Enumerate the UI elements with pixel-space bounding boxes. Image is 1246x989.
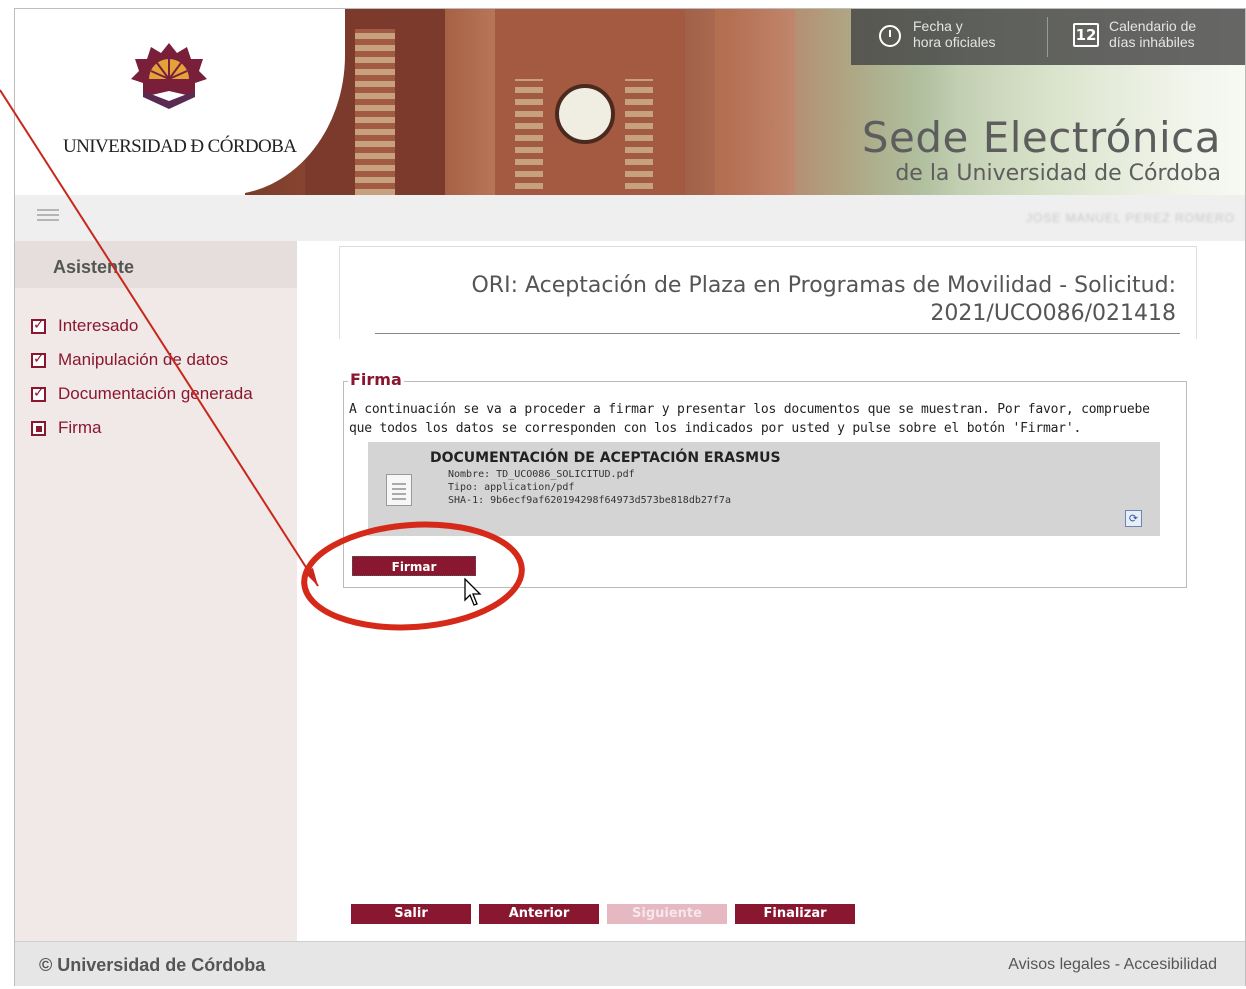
step-label: Interesado (58, 316, 139, 335)
sede-title: Sede Electrónica (861, 113, 1221, 162)
firmar-button[interactable]: Firmar (352, 556, 476, 576)
calendar-icon[interactable]: 12 (1073, 23, 1099, 47)
sede-subtitle: de la Universidad de Córdoba (895, 161, 1221, 186)
document-tipo: Tipo: application/pdf (448, 482, 575, 493)
main-content: ORI: Aceptación de Plaza en Programas de… (297, 241, 1245, 941)
page-frame: UNIVERSIDAD Ð CÓRDOBA Fecha y hora ofici… (14, 8, 1246, 986)
fecha-hora-link[interactable]: Fecha y hora oficiales (913, 18, 996, 50)
sidebar-title: Asistente (53, 257, 135, 277)
calendario-link[interactable]: Calendario de días inhábiles (1109, 18, 1196, 50)
wizard-steps: Interesado Manipulación de datos Documen… (31, 309, 253, 445)
step-manipulacion-datos[interactable]: Manipulación de datos (31, 343, 253, 377)
step-interesado[interactable]: Interesado (31, 309, 253, 343)
checkbox-checked-icon (31, 351, 46, 368)
header: UNIVERSIDAD Ð CÓRDOBA Fecha y hora ofici… (15, 9, 1245, 195)
navbar: JOSE MANUEL PEREZ ROMERO (15, 195, 1245, 242)
anterior-button[interactable]: Anterior (479, 904, 599, 924)
firma-fieldset: Firma A continuación se va a proceder a … (343, 370, 1187, 606)
procedure-title-box: ORI: Aceptación de Plaza en Programas de… (339, 246, 1197, 339)
document-title: DOCUMENTACIÓN DE ACEPTACIÓN ERASMUS (430, 450, 781, 466)
page-title: ORI: Aceptación de Plaza en Programas de… (416, 272, 1176, 328)
firma-description: A continuación se va a proceder a firmar… (349, 402, 1150, 436)
footer-copyright: © Universidad de Córdoba (39, 955, 266, 975)
dias-inhabiles-label: días inhábiles (1109, 34, 1195, 50)
siguiente-button: Siguiente (607, 904, 727, 924)
step-label: Documentación generada (58, 384, 253, 403)
title-line-2: 2021/UCO086/021418 (930, 301, 1176, 326)
download-icon[interactable]: ⟳ (1125, 510, 1142, 527)
fecha-label: Fecha y (913, 18, 963, 34)
sidebar: Asistente Interesado Manipulación de dat… (15, 241, 297, 941)
salir-button[interactable]: Salir (351, 904, 471, 924)
firma-legend: Firma (348, 370, 404, 389)
step-label: Manipulación de datos (58, 350, 229, 369)
logo[interactable]: UNIVERSIDAD Ð CÓRDOBA (15, 9, 345, 195)
step-documentacion-generada[interactable]: Documentación generada (31, 377, 253, 411)
document-sha1: SHA-1: 9b6ecf9af620194298f64973d573be818… (448, 495, 731, 506)
header-topbar: Fecha y hora oficiales 12 Calendario de … (851, 9, 1245, 65)
document-icon (386, 474, 412, 506)
footer: © Universidad de Córdoba Avisos legales … (15, 941, 1245, 986)
menu-icon[interactable] (37, 209, 59, 223)
calendario-label: Calendario de (1109, 18, 1197, 34)
logo-text: UNIVERSIDAD Ð CÓRDOBA (63, 136, 297, 157)
finalizar-button[interactable]: Finalizar (735, 904, 855, 924)
step-label: Firma (58, 418, 102, 437)
hora-label: hora oficiales (913, 34, 996, 50)
sidebar-header: Asistente (15, 241, 297, 288)
title-underline (375, 333, 1180, 334)
user-name: JOSE MANUEL PEREZ ROMERO (1026, 211, 1235, 225)
document-card: DOCUMENTACIÓN DE ACEPTACIÓN ERASMUS Nomb… (368, 442, 1160, 536)
checkbox-checked-icon (31, 317, 46, 334)
mouse-cursor-icon (464, 578, 482, 606)
clock-tower-image (555, 84, 615, 144)
document-nombre: Nombre: TD_UCO086_SOLICITUD.pdf (448, 469, 635, 480)
current-step-icon (31, 420, 46, 436)
footer-links[interactable]: Avisos legales - Accesibilidad (1008, 956, 1217, 974)
checkbox-checked-icon (31, 385, 46, 402)
step-firma[interactable]: Firma (31, 411, 253, 445)
university-shield-icon (131, 43, 207, 109)
divider (1047, 17, 1048, 57)
title-line-1: ORI: Aceptación de Plaza en Programas de… (471, 273, 1176, 298)
clock-icon[interactable] (879, 25, 901, 47)
